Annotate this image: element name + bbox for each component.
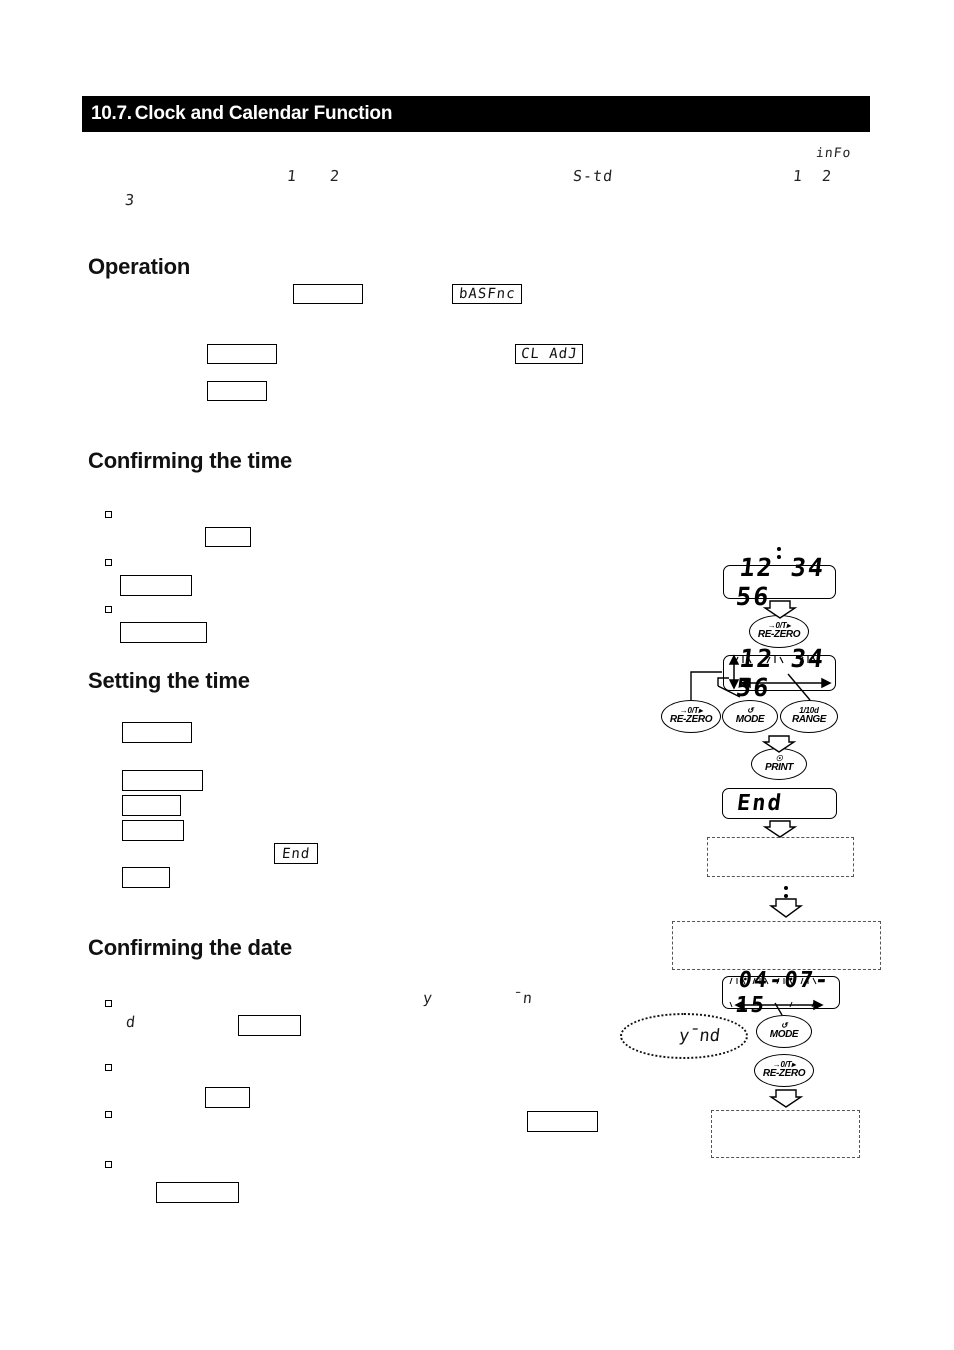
display-time-blinking: 12 34 56 (723, 644, 836, 702)
key-placeholder-cd-3[interactable] (527, 1111, 598, 1132)
button-print-label: PRINT (764, 761, 793, 773)
top-marker-n1: 1 (792, 167, 804, 185)
vertical-ellipsis-mid (784, 886, 788, 902)
heading-operation: Operation (88, 254, 191, 279)
document-page: 10.7. Clock and Calendar Function 1 2 3 … (0, 0, 954, 1350)
top-marker-info: inFo (815, 146, 853, 161)
key-placeholder-st-5[interactable] (122, 867, 170, 888)
key-placeholder-op-1[interactable] (293, 284, 363, 304)
key-placeholder-cd-2[interactable] (205, 1087, 250, 1108)
button-mode-time-label: MODE (735, 714, 765, 726)
bullet-ct-2 (105, 559, 112, 566)
top-marker-3: 3 (124, 191, 136, 209)
section-number: 10.7. (91, 103, 132, 124)
note-ellipse-ymd: y¯ոd (620, 1013, 748, 1059)
bullet-cd-1 (105, 1000, 112, 1007)
segment-display-end-inline-text: End (281, 845, 311, 862)
key-placeholder-st-3[interactable] (122, 795, 181, 816)
button-range[interactable]: 1/10d RANGE (780, 700, 838, 733)
button-rezero-top-label: RE-ZERO (757, 629, 801, 641)
key-placeholder-op-2[interactable] (207, 344, 277, 364)
heading-setting-time: Setting the time (88, 668, 250, 693)
segment-display-end-inline: End (274, 843, 318, 864)
segment-marker-year: y (422, 989, 434, 1007)
bullet-ct-1 (105, 511, 112, 518)
button-rezero-date[interactable]: →0/T▸ RE-ZERO (754, 1054, 814, 1087)
button-rezero-left[interactable]: →0/T▸ RE-ZERO (661, 700, 721, 733)
top-marker-n2: 2 (821, 167, 833, 185)
bullet-cd-4 (105, 1161, 112, 1168)
note-ellipse-ymd-text: y¯ոd (677, 1026, 721, 1046)
key-placeholder-st-4[interactable] (122, 820, 184, 841)
key-placeholder-ct-2[interactable] (120, 575, 192, 596)
display-time-static: 12 34 56 (723, 553, 836, 611)
button-rezero-date-label: RE-ZERO (762, 1068, 806, 1080)
top-marker-1: 1 (286, 167, 298, 185)
heading-confirming-date: Confirming the date (88, 935, 292, 960)
display-date: 04-07-15 (722, 968, 840, 1018)
button-mode-date-label: MODE (769, 1029, 799, 1041)
key-placeholder-cd-4[interactable] (156, 1182, 239, 1203)
segment-marker-day: d (125, 1013, 137, 1031)
bullet-ct-3 (105, 606, 112, 613)
key-placeholder-ct-3[interactable] (120, 622, 207, 643)
display-time-static-value: 12 34 56 (734, 553, 827, 611)
dashed-box-date-intro (672, 921, 881, 970)
button-mode-time[interactable]: ↺ MODE (722, 700, 778, 733)
display-time-blinking-value: 12 34 56 (734, 644, 827, 702)
segment-display-basfnc-text: bASFnc (457, 286, 517, 302)
display-end: End (722, 788, 837, 819)
section-title: Clock and Calendar Function (134, 103, 393, 124)
dashed-box-date-end (711, 1110, 860, 1158)
segment-display-cl-adj-text: CL AdJ (519, 346, 579, 362)
bullet-cd-2 (105, 1064, 112, 1071)
section-header-bar: 10.7. Clock and Calendar Function (82, 96, 870, 132)
key-placeholder-cd-1[interactable] (238, 1015, 301, 1036)
button-print[interactable]: ☉ PRINT (751, 748, 807, 780)
key-placeholder-op-3[interactable] (207, 381, 267, 401)
segment-marker-month: ¯ո (512, 989, 535, 1007)
bullet-cd-3 (105, 1111, 112, 1118)
display-end-value: End (735, 791, 785, 816)
button-mode-date[interactable]: ↺ MODE (756, 1015, 812, 1048)
button-range-label: RANGE (791, 714, 827, 726)
heading-confirming-time: Confirming the time (88, 448, 292, 473)
dashed-box-after-end (707, 837, 854, 877)
top-marker-std: S-td (572, 167, 615, 185)
key-placeholder-ct-1[interactable] (205, 527, 251, 547)
segment-display-cl-adj: CL AdJ (515, 344, 583, 364)
key-placeholder-st-2[interactable] (122, 770, 203, 791)
top-marker-2: 2 (329, 167, 341, 185)
display-date-value: 04-07-15 (733, 967, 832, 1018)
segment-display-basfnc: bASFnc (452, 284, 522, 304)
button-rezero-left-label: RE-ZERO (669, 714, 713, 726)
key-placeholder-st-1[interactable] (122, 722, 192, 743)
